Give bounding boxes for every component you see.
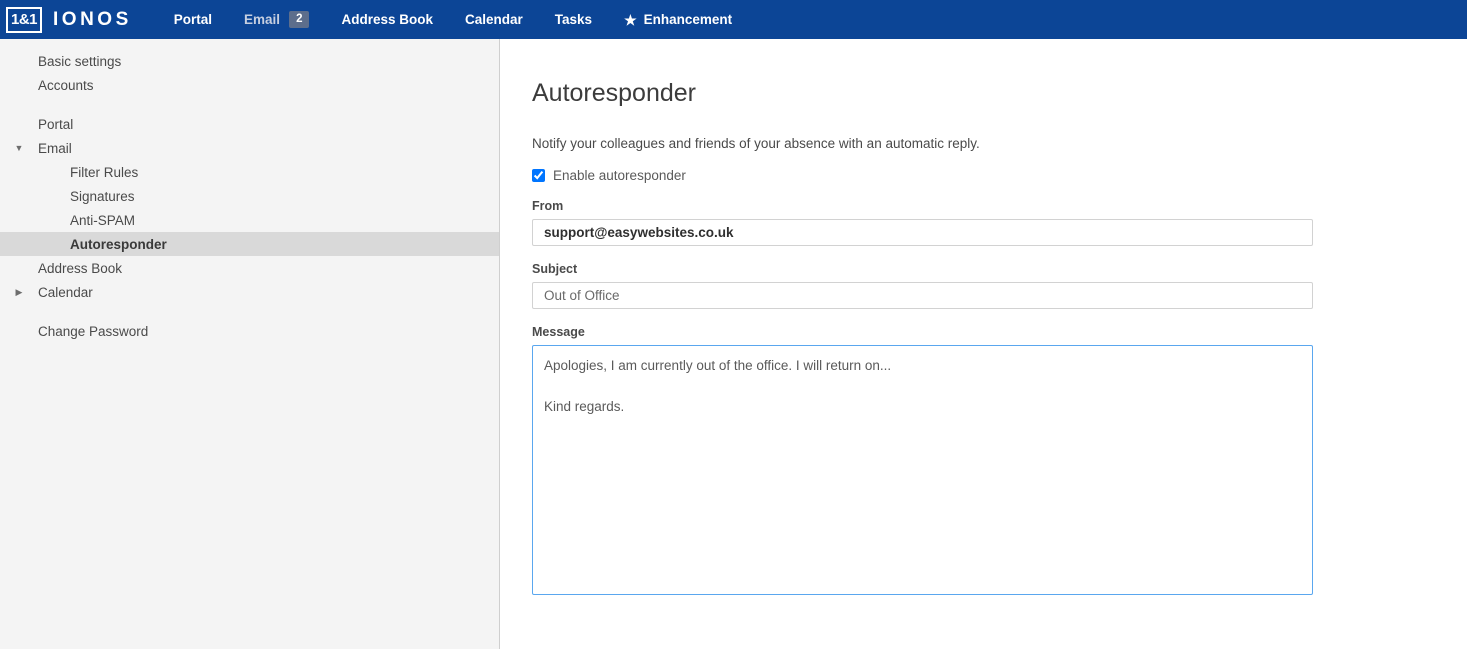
nav-item-email[interactable]: Email 2 (228, 0, 325, 39)
sidebar-item-label: Basic settings (38, 53, 122, 69)
sidebar-item-portal[interactable]: Portal (0, 112, 499, 136)
nav-item-tasks[interactable]: Tasks (539, 0, 608, 39)
sidebar-item-label: Email (38, 140, 72, 156)
sidebar-divider-gap (0, 304, 499, 319)
page-body: Basic settings Accounts Portal ▼ Email F… (0, 39, 1467, 649)
subject-field-label: Subject (532, 261, 578, 276)
logo-ionos-text: IONOS (53, 8, 132, 30)
sidebar-divider-gap (0, 97, 499, 112)
logo-1and1-box: 1&1 (6, 6, 43, 33)
sidebar-navigation: Basic settings Accounts Portal ▼ Email F… (0, 39, 500, 649)
sidebar-item-anti-spam[interactable]: Anti-SPAM (0, 208, 499, 232)
sidebar-item-label: Address Book (38, 260, 123, 276)
ionos-logo[interactable]: 1&1 IONOS (6, 6, 132, 33)
sidebar-item-label: Change Password (38, 323, 149, 339)
enable-autoresponder-row[interactable]: Enable autoresponder (532, 168, 1467, 183)
sidebar-item-accounts[interactable]: Accounts (0, 73, 499, 97)
nav-item-portal-label: Portal (173, 12, 213, 27)
nav-item-email-badge: 2 (289, 10, 310, 29)
subject-field[interactable] (532, 281, 1313, 309)
sidebar-item-filter-rules[interactable]: Filter Rules (0, 160, 499, 184)
sidebar-item-label: Anti-SPAM (70, 212, 136, 228)
chevron-down-icon[interactable]: ▼ (0, 143, 38, 153)
page-subtitle: Notify your colleagues and friends of yo… (532, 135, 980, 151)
top-navigation-bar: 1&1 IONOS Portal Email 2 Address Book Ca… (0, 0, 1467, 39)
nav-item-tasks-label: Tasks (554, 12, 593, 27)
sidebar-item-label: Filter Rules (70, 164, 139, 180)
nav-item-enhancement[interactable]: ★ Enhancement (608, 0, 748, 39)
chevron-right-icon[interactable]: ▶ (0, 287, 38, 297)
message-field-label: Message (532, 324, 585, 339)
nav-item-calendar[interactable]: Calendar (449, 0, 539, 39)
sidebar-item-label: Signatures (70, 188, 135, 204)
sidebar-item-basic-settings[interactable]: Basic settings (0, 49, 499, 73)
sidebar-item-change-password[interactable]: Change Password (0, 319, 499, 343)
sidebar-item-signatures[interactable]: Signatures (0, 184, 499, 208)
nav-item-calendar-label: Calendar (465, 12, 523, 27)
message-field[interactable]: Apologies, I am currently out of the off… (532, 344, 1313, 595)
sidebar-item-label: Accounts (38, 77, 94, 93)
enable-autoresponder-checkbox[interactable] (532, 168, 545, 182)
main-content-panel: Autoresponder Notify your colleagues and… (500, 39, 1467, 649)
sidebar-item-label: Autoresponder (70, 236, 167, 252)
sidebar-item-label: Portal (38, 116, 74, 132)
nav-item-address-book-label: Address Book (341, 12, 433, 27)
star-icon: ★ (624, 11, 637, 28)
sidebar-item-address-book[interactable]: Address Book (0, 256, 499, 280)
from-field[interactable] (532, 218, 1313, 246)
sidebar-item-calendar[interactable]: ▶ Calendar (0, 280, 499, 304)
nav-item-enhancement-label: Enhancement (643, 12, 733, 27)
enable-autoresponder-label[interactable]: Enable autoresponder (553, 168, 686, 183)
nav-item-portal[interactable]: Portal (158, 0, 228, 39)
nav-item-address-book[interactable]: Address Book (325, 0, 449, 39)
from-field-label: From (532, 198, 564, 213)
sidebar-item-label: Calendar (38, 284, 93, 300)
sidebar-item-email[interactable]: ▼ Email (0, 136, 499, 160)
nav-item-email-label: Email (244, 12, 281, 27)
sidebar-item-autoresponder[interactable]: Autoresponder (0, 232, 499, 256)
page-title: Autoresponder (532, 79, 697, 107)
